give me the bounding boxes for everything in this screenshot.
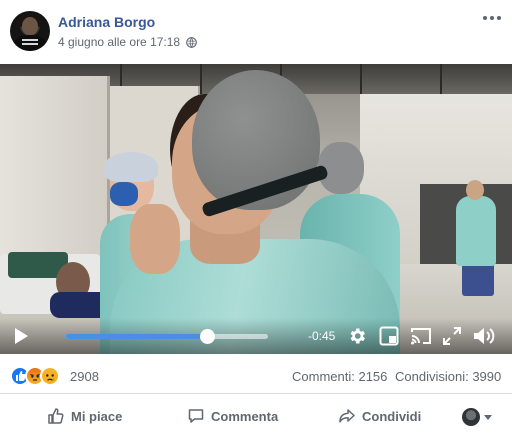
reaction-count[interactable]: 2908 bbox=[70, 369, 99, 384]
reaction-icons[interactable] bbox=[10, 366, 60, 386]
video-frame bbox=[0, 64, 512, 354]
quality-icon[interactable] bbox=[379, 326, 399, 346]
video-controls: -0:45 bbox=[0, 318, 512, 354]
author-avatar[interactable] bbox=[10, 11, 50, 51]
sad-reaction-icon[interactable] bbox=[40, 366, 60, 386]
author-name[interactable]: Adriana Borgo bbox=[58, 14, 155, 30]
caret-down-icon bbox=[484, 414, 492, 420]
post-as-selector[interactable] bbox=[462, 408, 492, 426]
progress-bar[interactable] bbox=[66, 329, 268, 344]
time-remaining: -0:45 bbox=[308, 329, 336, 343]
comment-icon bbox=[187, 407, 205, 425]
shares-count[interactable]: Condivisioni: 3990 bbox=[395, 369, 501, 384]
post-timestamp[interactable]: 4 giugno alle ore 17:18 bbox=[58, 35, 180, 49]
thumbs-up-icon bbox=[47, 407, 65, 425]
post-stats: 2908 Commenti: 2156 Condivisioni: 3990 bbox=[0, 356, 512, 394]
more-options-icon[interactable] bbox=[482, 8, 502, 28]
video-player[interactable]: -0:45 bbox=[0, 64, 512, 354]
progress-handle[interactable] bbox=[200, 329, 216, 344]
comments-count[interactable]: Commenti: 2156 bbox=[292, 369, 387, 384]
gear-icon[interactable] bbox=[347, 326, 367, 346]
viewer-avatar bbox=[462, 408, 480, 426]
share-button[interactable]: Condividi bbox=[338, 404, 421, 428]
post-actions: Mi piace Commenta Condividi bbox=[0, 396, 512, 434]
play-icon[interactable] bbox=[12, 326, 30, 346]
like-button[interactable]: Mi piace bbox=[47, 404, 122, 428]
share-label: Condividi bbox=[362, 408, 422, 424]
progress-fill bbox=[66, 334, 208, 339]
comment-button[interactable]: Commenta bbox=[187, 404, 278, 428]
volume-icon[interactable] bbox=[472, 325, 496, 347]
globe-icon[interactable] bbox=[186, 36, 197, 48]
like-label: Mi piace bbox=[71, 408, 123, 424]
share-icon bbox=[338, 407, 356, 425]
comment-label: Commenta bbox=[211, 408, 279, 424]
post-meta: 4 giugno alle ore 17:18 bbox=[58, 35, 197, 49]
fullscreen-icon[interactable] bbox=[442, 326, 462, 346]
post-header: Adriana Borgo 4 giugno alle ore 17:18 bbox=[0, 0, 512, 62]
cast-icon[interactable] bbox=[410, 326, 432, 346]
